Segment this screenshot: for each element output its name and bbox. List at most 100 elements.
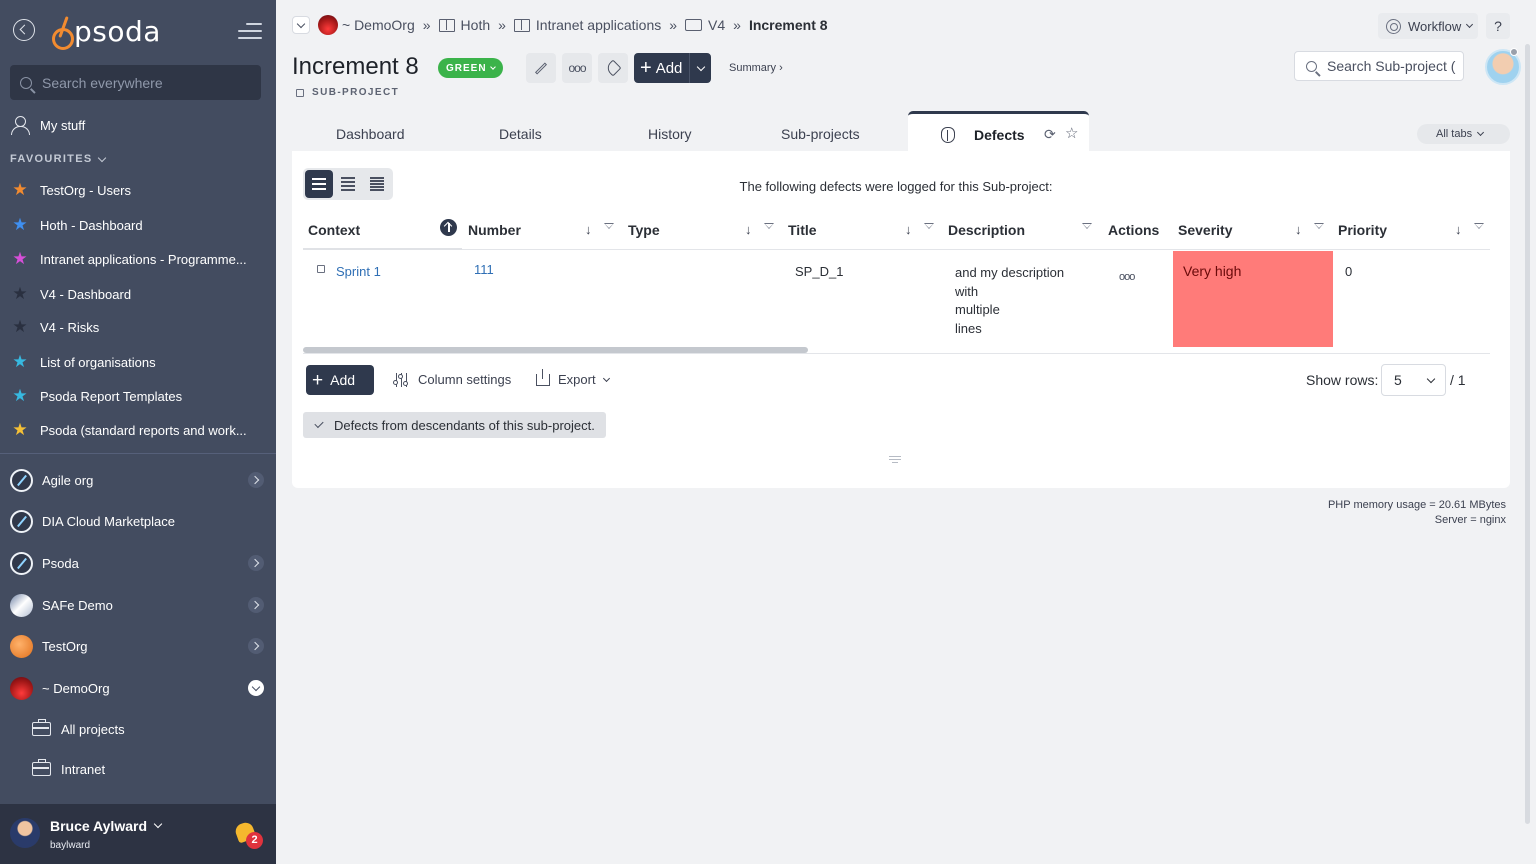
favourites-heading[interactable]: FAVOURITES [10,153,107,165]
filter-icon[interactable] [1474,223,1484,233]
column-header-number[interactable]: Number [468,222,521,238]
filter-icon[interactable] [604,223,614,233]
summary-link[interactable]: Summary › [729,62,783,74]
tag-button[interactable] [598,53,628,83]
collapse-sidebar-icon[interactable] [238,22,262,40]
context-link[interactable]: Sprint 1 [336,264,381,279]
chevron-down-icon[interactable] [248,680,264,696]
column-header-context[interactable]: Context [308,222,360,238]
favourite-item[interactable]: ★ Intranet applications - Programme... [10,248,247,270]
user-menu[interactable]: Bruce Aylward baylward 2 [0,804,276,864]
favourite-item[interactable]: ★ Psoda (standard reports and work... [10,419,247,441]
avatar [10,818,40,848]
breadcrumb-dropdown-icon[interactable] [292,16,310,34]
panel-resize-handle[interactable] [889,456,901,463]
column-header-title[interactable]: Title [788,222,817,238]
breadcrumb-item-hoth[interactable]: Hoth [461,17,491,33]
filter-icon[interactable] [1082,223,1092,233]
filter-icon[interactable] [764,223,774,233]
sidebar: psoda My stuff FAVOURITES ★ TestOrg - Use… [0,0,276,864]
refresh-icon[interactable]: ⟳ [1044,126,1056,143]
global-search-input[interactable] [42,74,242,91]
workflow-button[interactable]: Workflow [1378,13,1478,39]
filter-icon[interactable] [1314,223,1324,233]
help-button[interactable]: ? [1486,13,1510,39]
sidebar-item-all-projects[interactable]: All projects [32,718,125,740]
vertical-scrollbar[interactable] [1525,44,1530,824]
favourite-item[interactable]: ★ Hoth - Dashboard [10,214,142,236]
all-tabs-label: All tabs [1436,128,1473,140]
chevron-down-icon[interactable] [696,62,706,72]
status-label: GREEN [446,62,487,74]
column-settings-button[interactable]: Column settings [393,372,511,387]
breadcrumb-item-v4[interactable]: V4 [708,17,725,33]
org-label: Agile org [42,472,94,488]
favourite-label: Psoda (standard reports and work... [40,422,247,438]
status-badge[interactable]: GREEN [438,58,503,78]
sort-ascending-icon[interactable] [440,219,457,236]
chevron-right-icon[interactable] [248,597,264,613]
export-icon [536,368,550,386]
tab-dashboard[interactable]: Dashboard [336,126,405,142]
star-icon: ★ [12,352,28,371]
tab-history[interactable]: History [648,126,692,142]
export-button[interactable]: Export [536,368,610,387]
sort-arrow-icon[interactable]: ↓ [745,222,752,237]
tab-details[interactable]: Details [499,126,542,142]
sort-arrow-icon[interactable]: ↓ [585,222,592,237]
column-header-priority[interactable]: Priority [1338,222,1387,238]
favourite-item[interactable]: ★ V4 - Risks [10,316,99,338]
edit-button[interactable] [526,53,556,83]
org-dia-cloud-marketplace[interactable]: DIA Cloud Marketplace [10,508,270,534]
page-count: / 1 [1450,372,1466,388]
column-header-type[interactable]: Type [628,222,660,238]
org-logo [10,468,33,492]
number-link[interactable]: 111 [474,262,494,277]
add-button[interactable]: + Add [634,53,711,83]
add-defect-button[interactable]: + Add [306,365,374,395]
org-psoda[interactable]: Psoda [10,550,270,576]
export-label: Export [558,372,596,387]
breadcrumb-item-intranet-applications[interactable]: Intranet applications [536,17,661,33]
org-testorg[interactable]: TestOrg [10,633,270,659]
all-tabs-button[interactable]: All tabs [1417,124,1510,144]
org-demoorg[interactable]: ~ DemoOrg [10,675,270,701]
descendants-filter-chip[interactable]: Defects from descendants of this sub-pro… [303,412,606,438]
chevron-down-icon [602,374,610,382]
tab-defects[interactable]: Defects ⟳ ☆ [908,111,1089,153]
sort-arrow-icon[interactable]: ↓ [905,222,912,237]
org-safe-demo[interactable]: SAFe Demo [10,592,270,618]
sub-project-search-input[interactable] [1327,58,1463,74]
chevron-right-icon[interactable] [248,555,264,571]
sort-arrow-icon[interactable]: ↓ [1455,222,1462,237]
descendants-filter-label: Defects from descendants of this sub-pro… [334,417,595,433]
column-header-description[interactable]: Description [948,222,1025,238]
favourite-item[interactable]: ★ List of organisations [10,351,155,373]
star-outline-icon[interactable]: ☆ [1065,124,1078,142]
project-icon [685,19,703,31]
org-agile-org[interactable]: Agile org [10,467,270,493]
notification-count: 2 [246,832,263,849]
breadcrumb-item-demoorg[interactable]: ~ DemoOrg [342,17,415,33]
filter-icon[interactable] [924,223,934,233]
tab-sub-projects[interactable]: Sub-projects [781,126,860,142]
favourite-item[interactable]: ★ V4 - Dashboard [10,283,131,305]
psoda-logo[interactable]: psoda [50,13,161,50]
sidebar-item-intranet[interactable]: Intranet [32,758,105,780]
user-name: Bruce Aylward [50,818,163,834]
column-header-severity[interactable]: Severity [1178,222,1232,238]
row-actions-icon[interactable]: ooo [1119,271,1135,283]
sort-arrow-icon[interactable]: ↓ [1295,222,1302,237]
more-actions-button[interactable]: ooo [562,53,592,83]
rows-per-page-select[interactable]: 5 [1381,364,1446,396]
favourite-item[interactable]: ★ TestOrg - Users [10,179,131,201]
check-icon [314,418,324,429]
search-icon [1306,60,1317,72]
star-icon: ★ [12,180,28,199]
my-stuff-link[interactable]: My stuff [10,113,85,137]
chevron-right-icon[interactable] [248,638,264,654]
favourite-label: Intranet applications - Programme... [40,251,247,267]
favourite-item[interactable]: ★ Psoda Report Templates [10,385,182,407]
back-icon[interactable] [13,19,35,41]
chevron-right-icon[interactable] [248,472,264,488]
